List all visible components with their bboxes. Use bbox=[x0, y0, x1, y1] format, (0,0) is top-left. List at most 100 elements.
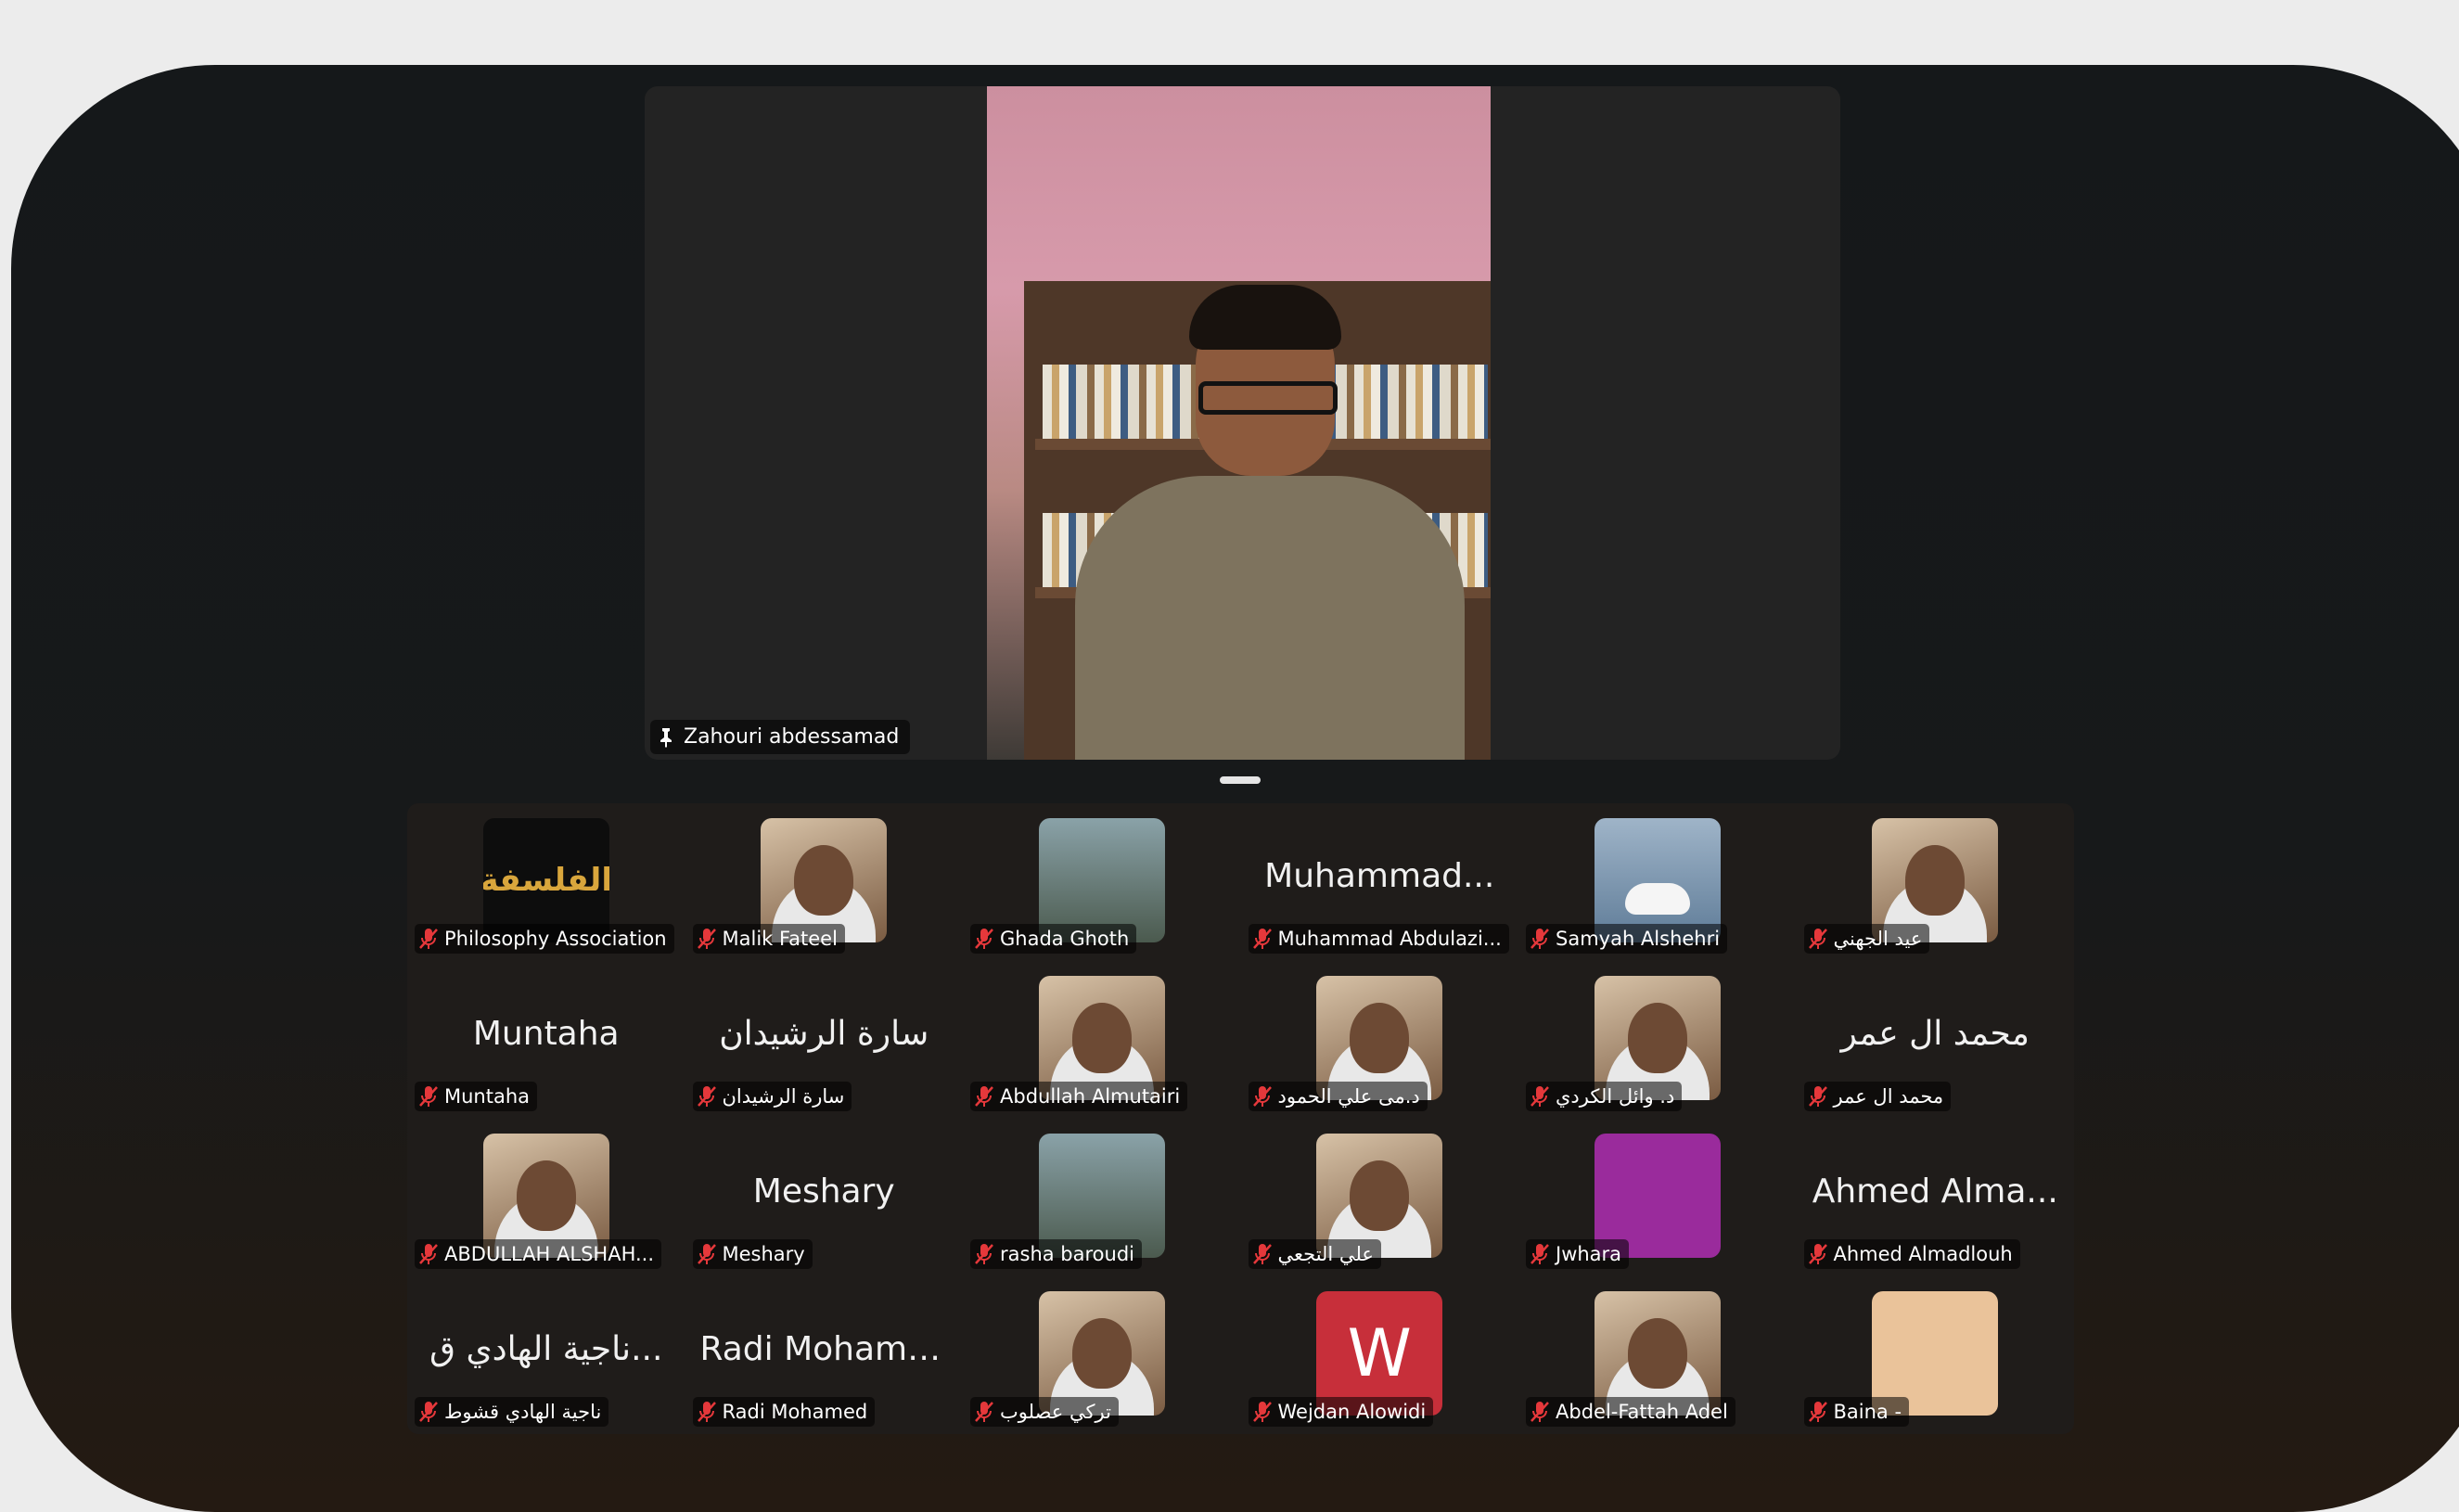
participant-display-name: سارة الرشيدان bbox=[719, 1015, 929, 1053]
muted-mic-icon bbox=[419, 929, 438, 949]
muted-mic-icon bbox=[1808, 1244, 1827, 1264]
participant-display-name: ناجية الهادي ق... bbox=[429, 1330, 663, 1368]
muted-mic-icon bbox=[1252, 1086, 1272, 1107]
muted-mic-icon bbox=[975, 1402, 993, 1422]
speaker-body bbox=[1075, 476, 1465, 760]
muted-mic-icon bbox=[1808, 929, 1827, 949]
participant-tile[interactable]: rasha baroudi bbox=[963, 1119, 1241, 1276]
speaker-glasses bbox=[1198, 381, 1338, 415]
participant-tile[interactable]: ناجية الهادي ق... ناجية الهادي قشوط bbox=[407, 1276, 685, 1434]
panel-resize-handle[interactable] bbox=[1220, 776, 1261, 784]
participant-tile[interactable]: سارة الرشيدان سارة الرشيدان bbox=[685, 961, 964, 1119]
participant-name: Abdullah Almutairi bbox=[1000, 1085, 1181, 1108]
participant-tile[interactable]: Ghada Ghoth bbox=[963, 803, 1241, 961]
muted-mic-icon bbox=[975, 1086, 993, 1107]
muted-mic-icon bbox=[1252, 1402, 1272, 1422]
muted-mic-icon bbox=[1808, 1402, 1827, 1422]
muted-mic-icon bbox=[419, 1086, 438, 1107]
participant-name-label: Baina - bbox=[1803, 1397, 1910, 1427]
participant-tile[interactable]: د. وائل الكردي bbox=[1518, 961, 1797, 1119]
participant-tile[interactable]: عيد الجهني bbox=[1797, 803, 2075, 961]
participant-tile[interactable]: Jwhara bbox=[1518, 1119, 1797, 1276]
participant-name: Jwhara bbox=[1556, 1243, 1622, 1265]
muted-mic-icon bbox=[1252, 929, 1272, 949]
participant-name: عيد الجهني bbox=[1833, 928, 1923, 950]
muted-mic-icon bbox=[975, 1244, 993, 1264]
participant-name-label: ABDULLAH ALSHAH... bbox=[415, 1239, 662, 1269]
participant-name: د.مى علي الحمود bbox=[1277, 1085, 1420, 1108]
participant-name: rasha baroudi bbox=[1000, 1243, 1134, 1265]
participant-tile[interactable]: Muntaha Muntaha bbox=[407, 961, 685, 1119]
participant-name-label: Abdel-Fattah Adel bbox=[1526, 1397, 1735, 1427]
participant-tile[interactable]: W Wejdan Alowidi bbox=[1241, 1276, 1519, 1434]
participant-name-label: Jwhara bbox=[1526, 1239, 1630, 1269]
participant-name-label: د. وائل الكردي bbox=[1526, 1082, 1683, 1111]
participant-tile[interactable]: محمد ال عمر محمد ال عمر bbox=[1797, 961, 2075, 1119]
participant-name-label: سارة الرشيدان bbox=[692, 1082, 852, 1111]
participant-name: ABDULLAH ALSHAH... bbox=[444, 1243, 655, 1265]
participant-name: Abdel-Fattah Adel bbox=[1556, 1401, 1728, 1423]
active-speaker-panel[interactable]: Zahouri abdessamad bbox=[645, 86, 1840, 760]
muted-mic-icon bbox=[419, 1402, 438, 1422]
muted-mic-icon bbox=[1530, 929, 1549, 949]
participant-display-name: Radi Mohamed bbox=[699, 1330, 950, 1368]
participant-name-label: Samyah Alshehri bbox=[1526, 924, 1728, 954]
participant-name-label: Muhammad Abdulazi... bbox=[1248, 924, 1509, 954]
meeting-window: Zahouri abdessamad الفلسفة Philosophy Ass… bbox=[11, 65, 2459, 1512]
participant-name-label: Abdullah Almutairi bbox=[970, 1082, 1188, 1111]
participant-tile[interactable]: Meshary Meshary bbox=[685, 1119, 964, 1276]
participant-name: Radi Mohamed bbox=[722, 1401, 868, 1423]
participant-gallery: الفلسفة Philosophy Association Malik Fatee… bbox=[407, 803, 2074, 1434]
muted-mic-icon bbox=[697, 1402, 716, 1422]
participant-name: تركي عصلوب bbox=[1000, 1401, 1111, 1423]
participant-tile[interactable]: تركي عصلوب bbox=[963, 1276, 1241, 1434]
participant-name: د. وائل الكردي bbox=[1556, 1085, 1675, 1108]
muted-mic-icon bbox=[419, 1244, 438, 1264]
participant-name: سارة الرشيدان bbox=[722, 1085, 845, 1108]
participant-tile[interactable]: علي التجعي bbox=[1241, 1119, 1519, 1276]
participant-name: Muntaha bbox=[444, 1085, 531, 1108]
participant-name-label: Muntaha bbox=[415, 1082, 538, 1111]
muted-mic-icon bbox=[1808, 1086, 1827, 1107]
participant-tile[interactable]: Malik Fateel bbox=[685, 803, 964, 961]
participant-display-name: Muntaha bbox=[472, 1015, 620, 1053]
participant-tile[interactable]: Abdullah Almutairi bbox=[963, 961, 1241, 1119]
participant-name-label: ناجية الهادي قشوط bbox=[415, 1397, 609, 1427]
participant-name-label: Ahmed Almadlouh bbox=[1803, 1239, 2020, 1269]
muted-mic-icon bbox=[697, 1244, 716, 1264]
participant-name-label: د.مى علي الحمود bbox=[1248, 1082, 1428, 1111]
participant-tile[interactable]: Baina - bbox=[1797, 1276, 2075, 1434]
muted-mic-icon bbox=[1530, 1244, 1549, 1264]
participant-name: Wejdan Alowidi bbox=[1277, 1401, 1427, 1423]
participant-name: محمد ال عمر bbox=[1833, 1085, 1944, 1108]
participant-tile[interactable]: الفلسفة Philosophy Association bbox=[407, 803, 685, 961]
participant-name-label: Ghada Ghoth bbox=[970, 924, 1137, 954]
speaker-name-label: Zahouri abdessamad bbox=[650, 720, 911, 754]
speaker-hair bbox=[1189, 285, 1341, 350]
participant-name: Philosophy Association bbox=[444, 928, 667, 950]
participant-tile[interactable]: Ahmed Alma... Ahmed Almadlouh bbox=[1797, 1119, 2075, 1276]
participant-name-label: علي التجعي bbox=[1248, 1239, 1381, 1269]
muted-mic-icon bbox=[697, 929, 716, 949]
muted-mic-icon bbox=[1530, 1402, 1549, 1422]
participant-name-label: تركي عصلوب bbox=[970, 1397, 1119, 1427]
muted-mic-icon bbox=[1252, 1244, 1272, 1264]
participant-name: Baina - bbox=[1833, 1401, 1902, 1423]
speaker-name: Zahouri abdessamad bbox=[684, 725, 900, 749]
participant-tile[interactable]: Radi Mohamed Radi Mohamed bbox=[685, 1276, 964, 1434]
participant-display-name: محمد ال عمر bbox=[1840, 1015, 2030, 1053]
participant-tile[interactable]: Abdel-Fattah Adel bbox=[1518, 1276, 1797, 1434]
participant-name-label: Malik Fateel bbox=[692, 924, 845, 954]
participant-name: Ahmed Almadlouh bbox=[1833, 1243, 2013, 1265]
participant-name-label: محمد ال عمر bbox=[1803, 1082, 1952, 1111]
participant-display-name: Meshary bbox=[752, 1172, 895, 1211]
participant-display-name: Ahmed Alma... bbox=[1812, 1172, 2058, 1211]
participant-name: ناجية الهادي قشوط bbox=[444, 1401, 602, 1423]
participant-name: Samyah Alshehri bbox=[1556, 928, 1721, 950]
participant-name-label: Philosophy Association bbox=[415, 924, 674, 954]
speaker-video bbox=[987, 86, 1491, 760]
participant-tile[interactable]: د.مى علي الحمود bbox=[1241, 961, 1519, 1119]
participant-tile[interactable]: Samyah Alshehri bbox=[1518, 803, 1797, 961]
participant-tile[interactable]: ABDULLAH ALSHAH... bbox=[407, 1119, 685, 1276]
participant-tile[interactable]: Muhammad... Muhammad Abdulazi... bbox=[1241, 803, 1519, 961]
